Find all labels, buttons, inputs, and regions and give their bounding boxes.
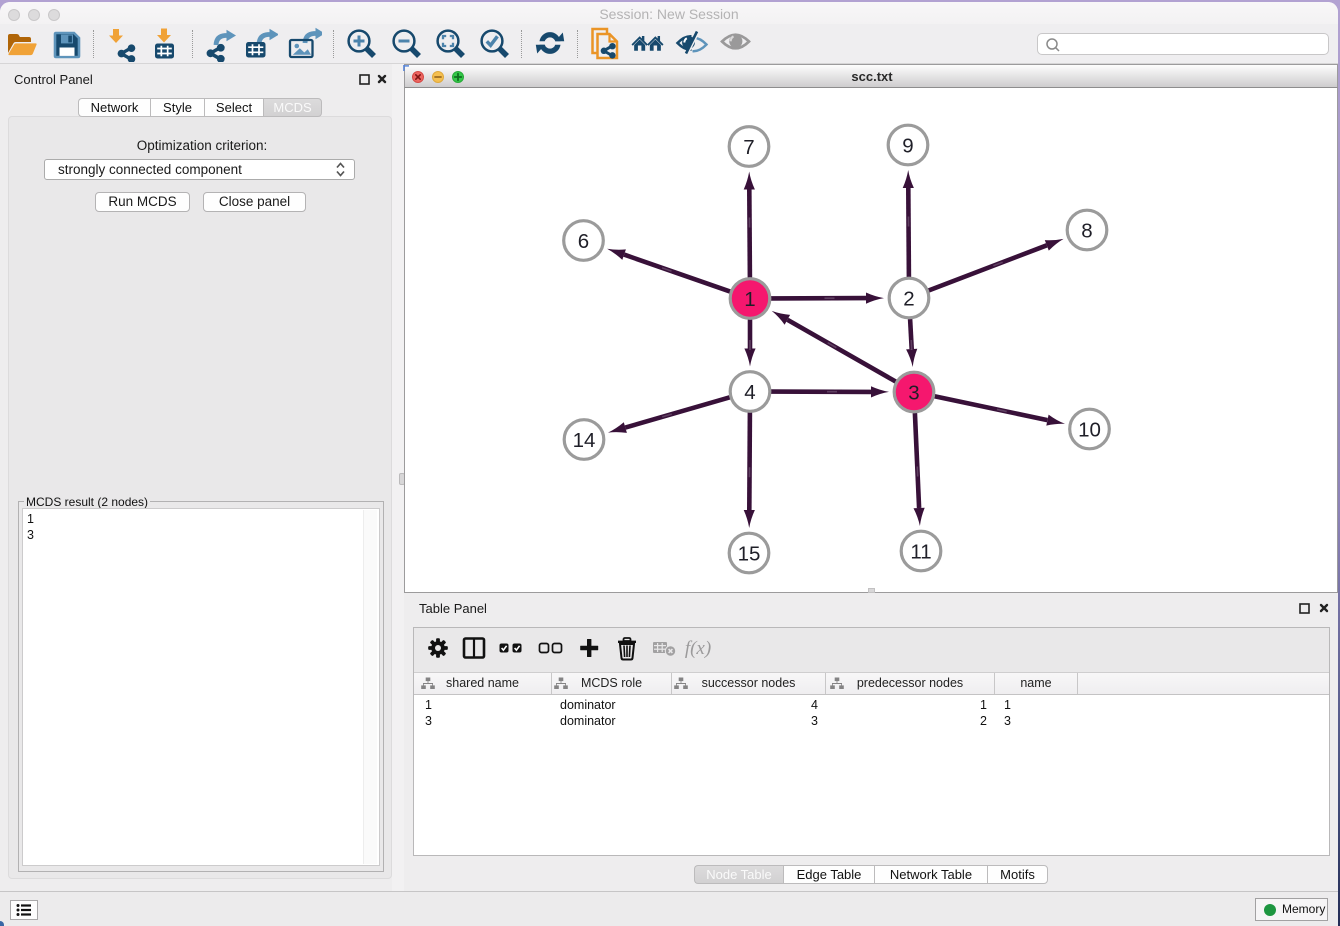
svg-text:9: 9: [902, 134, 913, 157]
svg-text:6: 6: [578, 230, 589, 253]
svg-text:4: 4: [744, 381, 755, 404]
svg-text:14: 14: [573, 429, 596, 452]
svg-text:7: 7: [743, 136, 754, 159]
svg-text:1: 1: [744, 288, 755, 311]
svg-text:2: 2: [903, 287, 914, 310]
svg-text:15: 15: [738, 542, 761, 565]
svg-text:8: 8: [1081, 219, 1092, 242]
svg-text:3: 3: [908, 381, 919, 404]
svg-text:10: 10: [1078, 418, 1101, 441]
svg-text:f(x): f(x): [685, 638, 711, 659]
svg-text:11: 11: [910, 540, 931, 563]
